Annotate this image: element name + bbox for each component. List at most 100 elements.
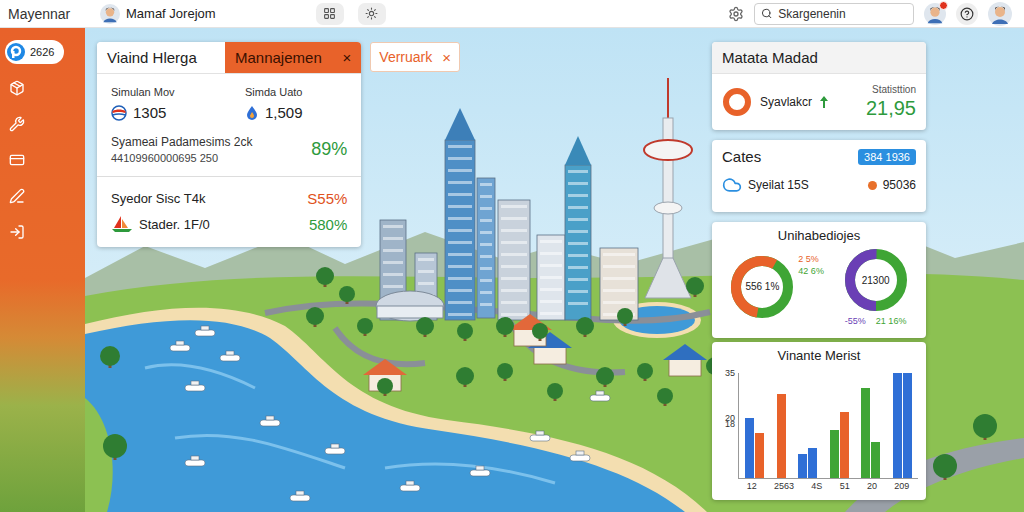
ball-icon — [111, 105, 127, 121]
grid-icon — [323, 7, 336, 20]
settings-icon[interactable] — [728, 6, 744, 22]
stats: Simulan Mov1305Simda Uato1,509 — [111, 86, 347, 121]
sail-icon — [111, 215, 133, 233]
help-button[interactable] — [956, 3, 978, 25]
tab-row: Viaind Hlerga Mannajemen × — [97, 42, 361, 74]
apps-button[interactable] — [316, 3, 344, 25]
app-logo-icon — [7, 43, 25, 61]
donut-label: 21 16% — [876, 316, 907, 326]
row-label: Stader. 1F/0 — [111, 215, 210, 233]
stat-label: Simulan Mov — [111, 86, 245, 98]
bar-group — [798, 373, 817, 478]
bar-group — [861, 373, 880, 478]
sidebar-item-label: 2626 — [30, 46, 54, 58]
management-card: Viaind HlergaMannajemen×Simulan Mov1305S… — [97, 42, 361, 247]
stat-value: 1305 — [111, 104, 245, 121]
bar — [871, 442, 880, 478]
metric-title: Matata Madad — [712, 42, 926, 74]
summary-row: Stader. 1F/0 580% — [111, 211, 347, 237]
cates-value: 95036 — [883, 178, 916, 192]
bar-group — [777, 373, 786, 478]
bar — [830, 430, 839, 478]
flame-icon — [245, 105, 259, 121]
bar — [777, 394, 786, 478]
divider — [97, 176, 361, 177]
stat: Simulan Mov 1305 — [111, 86, 245, 121]
donut-label: 2 5% — [798, 254, 824, 264]
donut-center: 556 1% — [745, 281, 779, 292]
donut: 556 1% 2 5% 42 6% — [729, 254, 824, 320]
ring-icon — [722, 87, 752, 117]
card-body: Simulan Mov1305Simda Uato1,509Syameai Pa… — [97, 74, 361, 247]
top-bar: Mayennar Mamaf Jorejom — [0, 0, 1024, 28]
bar-group — [745, 373, 764, 478]
sidebar: 2626 — [0, 28, 85, 512]
trend-up-icon — [820, 96, 828, 108]
tab[interactable]: Mannajemen × — [225, 42, 361, 73]
sidebar-item[interactable] — [5, 184, 29, 208]
left-cluster: Viaind HlergaMannajemen×Simulan Mov1305S… — [97, 42, 460, 247]
sidebar-item-icon — [9, 224, 25, 240]
bar — [861, 388, 870, 478]
x-axis: 1225634S5120209 — [738, 479, 918, 491]
donut-card: Unihabediojes 556 1% 2 5% 42 6% 21300 -55% 21 … — [712, 222, 926, 338]
search-input[interactable] — [776, 6, 907, 22]
row-label: Syedor Sisc T4k — [111, 191, 205, 206]
donut-title: Unihabediojes — [720, 228, 918, 243]
chart-title: Vinante Merist — [720, 348, 918, 363]
bar — [808, 448, 817, 478]
search-icon — [761, 7, 772, 20]
tab[interactable]: Viaind Hlerga — [97, 42, 225, 73]
search-field[interactable] — [754, 3, 914, 25]
help-icon — [960, 7, 974, 21]
x-label: 209 — [894, 481, 909, 491]
donut-label: -55% — [845, 316, 866, 326]
y-tick: 18 — [725, 419, 735, 429]
bar — [893, 373, 902, 478]
theme-button[interactable] — [358, 3, 386, 25]
sidebar-item[interactable] — [5, 112, 29, 136]
donut-label: 42 6% — [798, 266, 824, 276]
tab-label: Verruark — [379, 49, 432, 65]
sidebar-item[interactable] — [5, 220, 29, 244]
x-label: 51 — [840, 481, 850, 491]
notifications-avatar[interactable] — [924, 3, 946, 25]
tab[interactable]: Verruark × — [370, 42, 460, 72]
body: 2626 Viaind Hlerga Mannajemen × Simulan Mov 1… — [0, 28, 1024, 512]
donut: 21300 -55% 21 16% — [843, 247, 909, 326]
y-axis: 352018 — [720, 373, 738, 478]
bar — [745, 418, 754, 478]
dashboard: MayennarMamaf Jorejom2626Viaind HlergaMa… — [0, 0, 1024, 512]
sidebar-item[interactable] — [5, 76, 29, 100]
cates-title: Cates — [722, 148, 761, 165]
tab-label: Mannajemen — [235, 49, 322, 66]
donut-center: 21300 — [862, 275, 890, 286]
x-label: 2563 — [774, 481, 794, 491]
cloud-icon — [722, 175, 742, 195]
app-name[interactable]: Mayennar — [8, 6, 100, 22]
sidebar-item-icon — [9, 152, 25, 168]
tab-close[interactable]: × — [442, 49, 451, 66]
highlight-label: Syameai Padamesims 2ck — [111, 135, 311, 149]
bar-group — [893, 373, 912, 478]
user-chip[interactable]: Mamaf Jorejom — [100, 4, 216, 24]
sidebar-item-icon — [9, 116, 25, 132]
y-tick: 35 — [725, 368, 735, 378]
sidebar-item[interactable]: 2626 — [5, 40, 64, 64]
user-name: Mamaf Jorejom — [126, 6, 216, 21]
tab-close[interactable]: × — [343, 49, 352, 66]
user-avatar-icon[interactable] — [100, 4, 120, 24]
bar — [798, 454, 807, 478]
row-value: 580% — [309, 216, 347, 233]
right-column: Matata MadadSyavlakcrStatisttion21,95Cat… — [712, 42, 926, 500]
summary-row: Syedor Sisc T4kS55% — [111, 185, 347, 211]
sun-icon — [365, 7, 378, 20]
cates-card: Cates384 1936Syeilat 15S95036 — [712, 140, 926, 212]
bar — [840, 412, 849, 478]
sidebar-item[interactable] — [5, 148, 29, 172]
metric-label: Syavlakcr — [760, 95, 812, 109]
profile-avatar-icon[interactable] — [988, 2, 1012, 26]
cates-label: Syeilat 15S — [748, 178, 809, 192]
metric-value: 21,95 — [866, 97, 916, 120]
highlight-row: Syameai Padamesims 2ck44109960000695 250… — [111, 135, 347, 164]
